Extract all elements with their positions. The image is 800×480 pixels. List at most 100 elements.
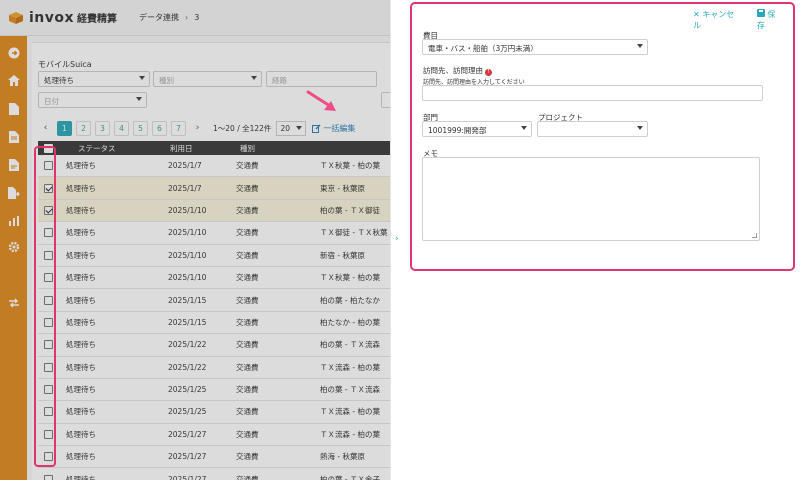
row-route: 東京 - 秋葉原	[320, 183, 365, 193]
row-status: 処理待ち	[66, 183, 96, 193]
table-row[interactable]: 処理待ち 2025/1/27 交通費 柏の葉 - ＴＸ金子	[38, 468, 390, 480]
chevron-left-icon[interactable]: ‹	[38, 120, 53, 136]
row-status: 処理待ち	[66, 205, 96, 215]
table-row[interactable]: 処理待ち 2025/1/27 交通費 ＴＸ流森 - 柏の葉	[38, 424, 390, 447]
row-route: 柏の葉 - ＴＸ御徒	[320, 205, 380, 215]
top-bar: invox 経費精算 データ連携 › 3	[0, 0, 390, 36]
type-filter[interactable]: 種別	[153, 71, 262, 87]
row-kind: 交通費	[236, 161, 259, 171]
date-filter[interactable]: 日付	[38, 92, 147, 108]
per-page-value: 20	[280, 123, 290, 133]
arrow-circle-right-icon[interactable]	[6, 45, 21, 60]
column-kind[interactable]: 種別	[228, 143, 312, 154]
table-row[interactable]: 処理待ち 2025/1/25 交通費 柏の葉 - ＴＸ流森	[38, 379, 390, 402]
status-filter-value: 処理待ち	[44, 76, 74, 85]
document-export-icon[interactable]	[6, 185, 21, 200]
row-route: ＴＸ流森 - 柏の葉	[320, 429, 380, 439]
table-row[interactable]: 処理待ち 2025/1/25 交通費 ＴＸ流森 - 柏の葉	[38, 401, 390, 424]
page-3[interactable]: 3	[95, 120, 110, 136]
table-row[interactable]: 処理待ち 2025/1/15 交通費 柏の葉 - 柏たなか	[38, 289, 390, 312]
row-route: 柏の葉 - ＴＸ金子	[320, 474, 380, 480]
row-status: 処理待ち	[66, 340, 96, 350]
row-kind: 交通費	[236, 385, 259, 395]
row-route: 柏の葉 - 柏たなか	[320, 295, 380, 305]
row-date: 2025/1/22	[168, 340, 207, 350]
table-row[interactable]: 処理待ち 2025/1/22 交通費 ＴＸ流森 - 柏の葉	[38, 357, 390, 379]
bulk-edit-button[interactable]: 一括編集	[312, 123, 355, 134]
page-7[interactable]: 7	[171, 120, 186, 136]
row-checkbox[interactable]	[43, 474, 53, 480]
logo-subtitle: 経費精算	[77, 14, 118, 25]
per-page-select[interactable]: 20	[276, 120, 307, 136]
gear-icon[interactable]	[6, 239, 21, 254]
logo[interactable]: invox 経費精算	[8, 10, 117, 26]
row-kind: 交通費	[236, 362, 259, 372]
caret-down-icon	[251, 76, 257, 80]
chart-icon[interactable]	[6, 213, 21, 228]
data-sync-icon[interactable]	[6, 295, 21, 310]
column-date[interactable]: 利用日	[148, 143, 228, 154]
column-status[interactable]: ステータス	[58, 143, 148, 154]
table-row[interactable]: 処理待ち 2025/1/15 交通費 柏たなか - 柏の葉	[38, 312, 390, 335]
row-route: ＴＸ秋葉 - 柏の葉	[320, 161, 380, 171]
result-range: 1〜20 / 全122件	[213, 123, 272, 133]
table-row[interactable]: 処理待ち 2025/1/10 交通費 新宿 - 秋葉原	[38, 245, 390, 267]
route-filter[interactable]: 経路	[266, 71, 377, 87]
row-date: 2025/1/25	[168, 407, 207, 417]
row-date: 2025/1/7	[168, 183, 202, 193]
row-kind: 交通費	[236, 340, 259, 350]
document-list-icon[interactable]	[6, 129, 21, 144]
row-kind: 交通費	[236, 452, 259, 462]
table-row[interactable]: 処理待ち 2025/1/22 交通費 柏の葉 - ＴＸ流森	[38, 334, 390, 357]
row-status: 処理待ち	[66, 295, 96, 305]
chevron-right-icon[interactable]: ›	[190, 120, 205, 136]
breadcrumb-count: 3	[194, 13, 200, 22]
row-date: 2025/1/10	[168, 250, 207, 260]
row-status: 処理待ち	[66, 407, 96, 417]
document-text-icon[interactable]	[6, 157, 21, 172]
row-status: 処理待ち	[66, 317, 96, 327]
caret-down-icon	[296, 125, 303, 130]
logo-text: invox	[29, 9, 75, 26]
table-row[interactable]: 処理待ち 2025/1/10 交通費 ＴＸ秋葉 - 柏の葉	[38, 267, 390, 290]
table-row[interactable]: 処理待ち 2025/1/10 交通費 ＴＸ御徒 - ＴＸ秋葉	[38, 222, 390, 245]
table-row[interactable]: 処理待ち 2025/1/27 交通費 熱海 - 秋葉原	[38, 446, 390, 469]
highlight-edit-panel	[410, 2, 795, 271]
breadcrumb-item[interactable]: データ連携	[139, 12, 179, 23]
breadcrumb: データ連携 › 3	[139, 12, 199, 23]
row-date: 2025/1/22	[168, 362, 207, 372]
highlight-checkbox-column	[34, 146, 56, 467]
row-date: 2025/1/27	[168, 429, 207, 439]
page-1[interactable]: 1	[57, 120, 72, 136]
table-row[interactable]: 処理待ち 2025/1/7 交通費 ＴＸ秋葉 - 柏の葉	[38, 155, 390, 178]
page-4[interactable]: 4	[114, 120, 129, 136]
status-filter[interactable]: 処理待ち	[38, 71, 150, 87]
row-route: 柏の葉 - ＴＸ流森	[320, 385, 380, 395]
row-route: ＴＸ流森 - 柏の葉	[320, 362, 380, 372]
row-kind: 交通費	[236, 205, 259, 215]
page-2[interactable]: 2	[76, 120, 91, 136]
row-route: ＴＸ流森 - 柏の葉	[320, 407, 380, 417]
row-route: 熱海 - 秋葉原	[320, 452, 365, 462]
row-status: 処理待ち	[66, 362, 96, 372]
row-date: 2025/1/25	[168, 385, 207, 395]
row-date: 2025/1/15	[168, 295, 207, 305]
page-5[interactable]: 5	[133, 120, 148, 136]
row-route: 柏たなか - 柏の葉	[320, 317, 380, 327]
home-icon[interactable]	[6, 73, 21, 88]
row-date: 2025/1/27	[168, 474, 207, 480]
row-route: ＴＸ秋葉 - 柏の葉	[320, 273, 380, 283]
table-row[interactable]: 処理待ち 2025/1/10 交通費 柏の葉 - ＴＸ御徒	[38, 199, 390, 223]
edit-icon	[312, 124, 321, 133]
document-icon[interactable]	[6, 101, 21, 116]
row-kind: 交通費	[236, 317, 259, 327]
row-status: 処理待ち	[66, 474, 96, 480]
row-kind: 交通費	[236, 183, 259, 193]
chevron-right-icon[interactable]: ›	[395, 234, 399, 244]
table-row[interactable]: 処理待ち 2025/1/7 交通費 東京 - 秋葉原	[38, 177, 390, 200]
row-kind: 交通費	[236, 295, 259, 305]
page-6[interactable]: 6	[152, 120, 167, 136]
caret-down-icon	[136, 97, 142, 101]
extra-filter[interactable]	[381, 92, 390, 108]
logo-box-icon	[9, 11, 23, 24]
